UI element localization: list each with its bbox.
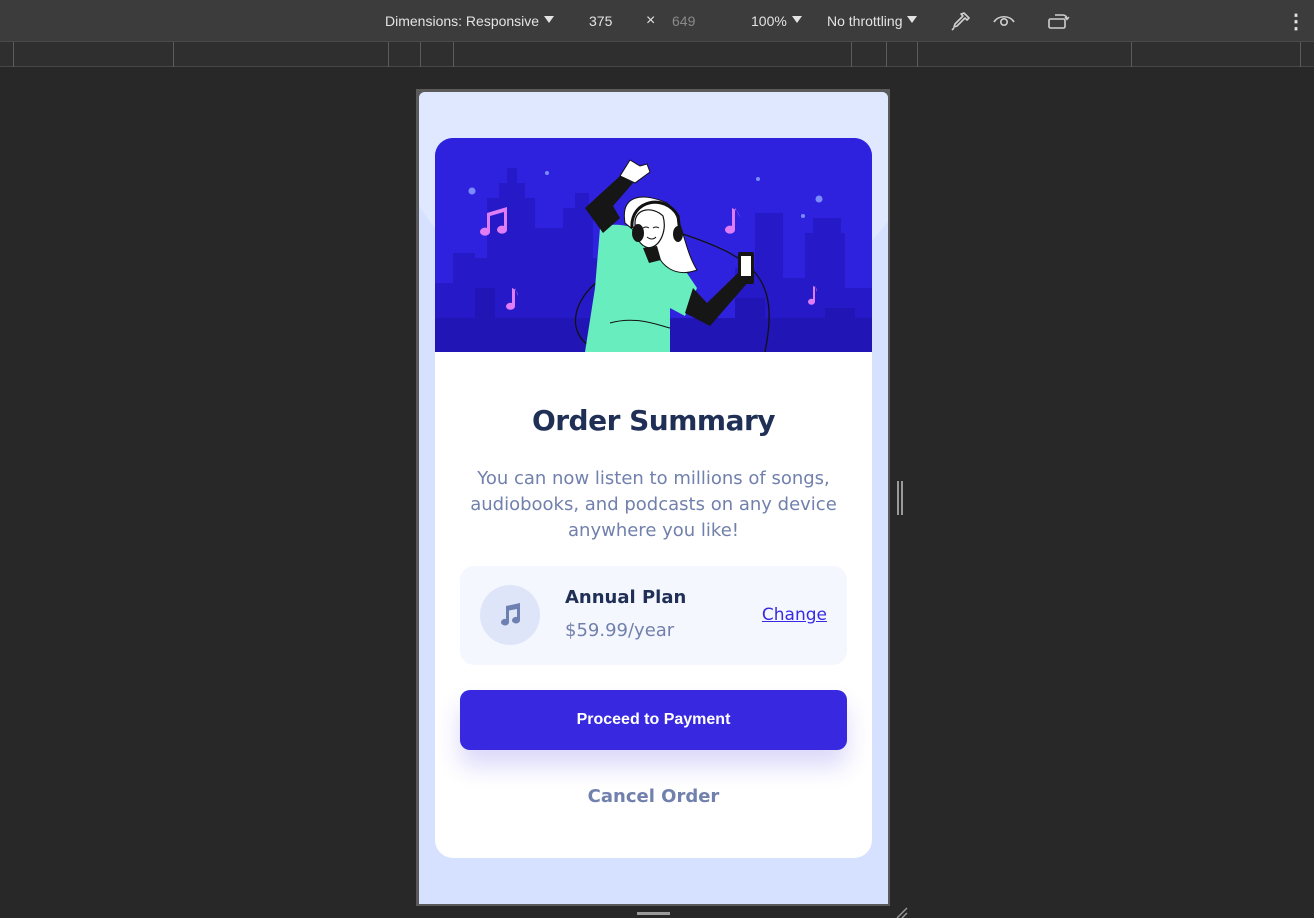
zoom-dropdown[interactable]: 100%	[751, 0, 802, 42]
plan-name: Annual Plan	[565, 587, 687, 608]
page-title: Order Summary	[531, 404, 776, 437]
more-options-icon[interactable]: ⋮	[1286, 0, 1306, 42]
device-viewport: Order Summary You can now listen to mill…	[419, 92, 888, 904]
plan-price: $59.99/year	[565, 620, 675, 641]
cancel-order-button[interactable]: Cancel Order	[435, 786, 872, 807]
order-summary-card: Order Summary You can now listen to mill…	[435, 138, 872, 858]
throttling-dropdown[interactable]: No throttling	[827, 0, 918, 42]
bottom-resize-handle[interactable]	[637, 912, 670, 915]
corner-resize-icon[interactable]	[896, 906, 908, 918]
dimensions-dropdown[interactable]: Dimensions: Responsive	[385, 0, 555, 42]
music-note-icon	[480, 585, 540, 645]
card-description: You can now listen to millions of songs,…	[470, 468, 837, 541]
right-resize-handle[interactable]	[897, 481, 905, 515]
chevron-down-icon	[791, 15, 802, 23]
plan-summary: Annual Plan $59.99/year Change	[460, 566, 847, 665]
device-toolbar: Dimensions: Responsive 375 × 649 100% No…	[0, 0, 1314, 42]
dimensions-label: Dimensions: Responsive	[385, 13, 540, 29]
throttling-label: No throttling	[827, 13, 903, 29]
height-input[interactable]: 649	[672, 0, 695, 42]
eyedropper-icon[interactable]	[950, 0, 972, 42]
media-query-ruler	[0, 42, 1314, 67]
rotate-device-icon[interactable]	[1046, 0, 1072, 42]
zoom-label: 100%	[751, 13, 787, 29]
proceed-to-payment-button[interactable]: Proceed to Payment	[460, 690, 847, 750]
swap-dimensions-button[interactable]: ×	[646, 0, 655, 42]
change-plan-link[interactable]: Change	[762, 605, 827, 625]
width-input[interactable]: 375	[589, 0, 612, 42]
hero-illustration	[435, 138, 872, 352]
eye-icon[interactable]	[992, 0, 1016, 42]
chevron-down-icon	[544, 15, 555, 23]
chevron-down-icon	[907, 15, 918, 23]
